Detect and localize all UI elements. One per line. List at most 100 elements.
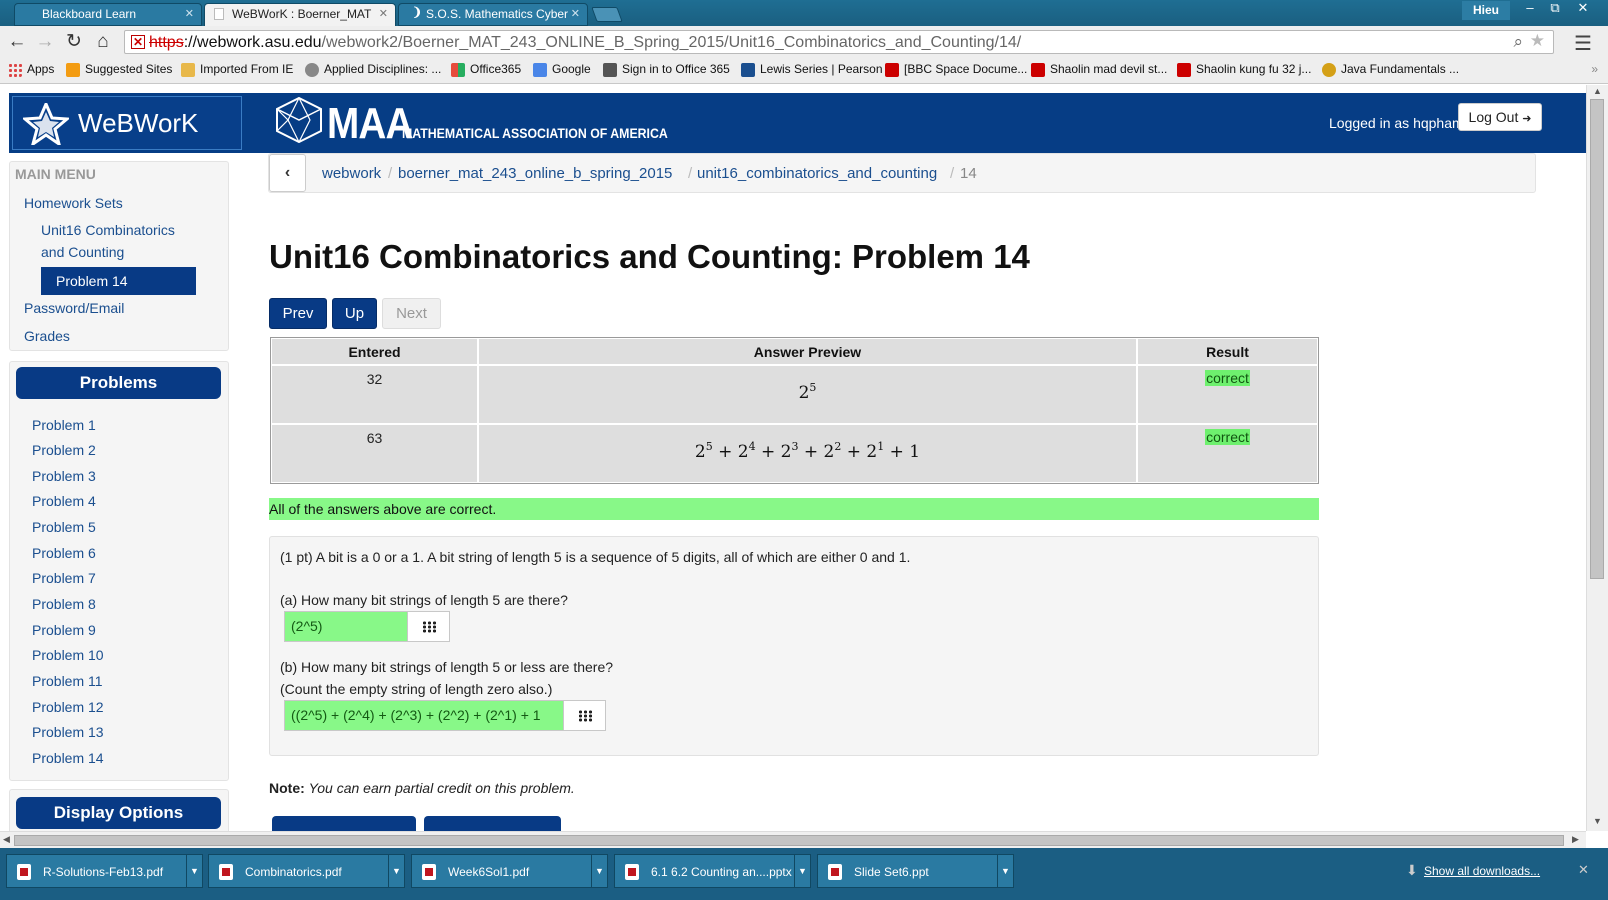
new-tab-button[interactable] xyxy=(591,7,623,22)
bookmark-lewis-series[interactable]: Lewis Series | Pearson xyxy=(741,62,883,77)
problem-link-2[interactable]: Problem 2 xyxy=(32,442,96,458)
display-options-header[interactable]: Display Options xyxy=(16,797,221,829)
browser-tab-blackboard[interactable]: Blackboard Learn ✕ xyxy=(14,3,202,26)
vertical-scrollbar[interactable]: ▲ ▼ xyxy=(1586,85,1608,831)
bookmark-java-fundamentals[interactable]: Java Fundamentals ... xyxy=(1322,62,1459,77)
prev-problem-button[interactable]: Prev xyxy=(269,298,327,329)
scroll-right-arrow-icon[interactable]: ▶ xyxy=(1572,834,1579,845)
webwork-logo[interactable]: WeBWorK xyxy=(12,96,242,150)
grid-icon xyxy=(421,621,436,633)
tab-close-icon[interactable]: ✕ xyxy=(571,7,580,20)
bookmark-shaolin-kung-fu[interactable]: Shaolin kung fu 32 j... xyxy=(1177,62,1311,77)
problem-link-1[interactable]: Problem 1 xyxy=(32,417,96,433)
answer-input-a[interactable]: (2^5) xyxy=(284,611,408,642)
pdf-file-icon xyxy=(17,864,31,880)
tab-close-icon[interactable]: ✕ xyxy=(379,7,388,20)
scroll-up-arrow-icon[interactable]: ▲ xyxy=(1593,86,1602,96)
scroll-down-arrow-icon[interactable]: ▼ xyxy=(1593,816,1602,826)
breadcrumb-course[interactable]: boerner_mat_243_online_b_spring_2015 xyxy=(398,165,672,182)
tab-close-icon[interactable]: ✕ xyxy=(185,7,194,20)
table-row-2-entered: 63 xyxy=(271,424,478,483)
back-arrow-icon[interactable]: ← xyxy=(5,30,29,54)
breadcrumb-set[interactable]: unit16_combinatorics_and_counting xyxy=(697,165,937,182)
problem-link-10[interactable]: Problem 10 xyxy=(32,647,104,663)
problem-link-7[interactable]: Problem 7 xyxy=(32,570,96,586)
download-item[interactable]: R-Solutions-Feb13.pdf ▼ xyxy=(6,854,203,888)
check-answers-button[interactable] xyxy=(424,816,561,831)
bookmark-star-icon[interactable]: ★ xyxy=(1530,31,1545,51)
menu-grades[interactable]: Grades xyxy=(24,328,70,344)
browser-profile-name[interactable]: Hieu xyxy=(1462,1,1510,20)
forward-arrow-icon[interactable]: → xyxy=(33,30,57,54)
answer-input-b[interactable]: ((2^5) + (2^4) + (2^3) + (2^2) + (2^1) +… xyxy=(284,700,564,731)
bookmarks-overflow-icon[interactable]: » xyxy=(1591,62,1598,76)
browser-tab-webwork[interactable]: WeBWorK : Boerner_MAT ✕ xyxy=(204,3,396,26)
download-item[interactable]: 6.1 6.2 Counting an....pptx ▼ xyxy=(614,854,811,888)
bookmark-applied-disciplines[interactable]: Applied Disciplines: ... xyxy=(305,62,441,77)
close-shelf-icon[interactable]: ✕ xyxy=(1578,862,1589,878)
reload-icon[interactable]: ↻ xyxy=(62,30,86,54)
problem-link-11[interactable]: Problem 11 xyxy=(32,673,103,689)
menu-current-problem[interactable]: Problem 14 xyxy=(41,267,196,295)
equation-editor-button-b[interactable] xyxy=(564,700,606,731)
problem-link-6[interactable]: Problem 6 xyxy=(32,545,96,561)
download-menu-caret-icon[interactable]: ▼ xyxy=(794,855,810,887)
menu-current-set-line1[interactable]: Unit16 Combinatorics xyxy=(41,222,175,238)
download-menu-caret-icon[interactable]: ▼ xyxy=(388,855,404,887)
logout-button[interactable]: Log Out ➜ xyxy=(1458,103,1542,131)
minimize-icon[interactable]: – xyxy=(1517,0,1543,19)
pptx-file-icon xyxy=(625,864,639,880)
problem-link-9[interactable]: Problem 9 xyxy=(32,622,96,638)
bookmark-bbc-space[interactable]: [BBC Space Docume... xyxy=(885,62,1027,77)
submit-answers-button[interactable] xyxy=(272,816,416,831)
globe-icon xyxy=(305,63,319,77)
up-button[interactable]: Up xyxy=(332,298,377,329)
bookmark-shaolin-mad-devil[interactable]: Shaolin mad devil st... xyxy=(1031,62,1167,77)
next-problem-button[interactable]: Next xyxy=(382,298,441,329)
download-menu-caret-icon[interactable]: ▼ xyxy=(997,855,1013,887)
bookmark-google[interactable]: Google xyxy=(533,62,591,77)
restore-icon[interactable]: ⧉ xyxy=(1542,0,1568,19)
problem-link-8[interactable]: Problem 8 xyxy=(32,596,96,612)
download-menu-caret-icon[interactable]: ▼ xyxy=(591,855,607,887)
breadcrumb-webwork[interactable]: webwork xyxy=(322,165,381,182)
close-window-icon[interactable]: ✕ xyxy=(1570,0,1596,19)
youtube-icon xyxy=(885,63,899,77)
bookmark-imported-from-ie[interactable]: Imported From IE xyxy=(181,62,293,77)
equation-editor-button-a[interactable] xyxy=(408,611,450,642)
chrome-menu-icon[interactable]: ☰ xyxy=(1574,31,1596,55)
bookmark-sign-in-office365[interactable]: Sign in to Office 365 xyxy=(603,62,730,77)
browser-tab-strip: Blackboard Learn ✕ WeBWorK : Boerner_MAT… xyxy=(0,0,1608,26)
bookmark-suggested-sites[interactable]: Suggested Sites xyxy=(66,62,172,77)
problem-link-3[interactable]: Problem 3 xyxy=(32,468,96,484)
scroll-left-arrow-icon[interactable]: ◀ xyxy=(3,834,10,845)
bookmark-apps[interactable]: Apps xyxy=(8,62,54,77)
youtube-icon xyxy=(1031,63,1045,77)
grid-icon xyxy=(577,710,592,722)
ssl-warning-icon[interactable]: ✕ xyxy=(131,35,145,49)
download-item[interactable]: Slide Set6.ppt ▼ xyxy=(817,854,1014,888)
address-bar[interactable]: ✕ https://webwork.asu.edu/webwork2/Boern… xyxy=(124,30,1554,54)
menu-homework-sets[interactable]: Homework Sets xyxy=(24,195,123,211)
menu-password-email[interactable]: Password/Email xyxy=(24,300,124,316)
download-menu-caret-icon[interactable]: ▼ xyxy=(186,855,202,887)
home-icon[interactable]: ⌂ xyxy=(91,30,115,54)
vertical-scroll-thumb[interactable] xyxy=(1590,99,1604,579)
problem-link-5[interactable]: Problem 5 xyxy=(32,519,96,535)
breadcrumb-back-chevron-icon[interactable]: ‹ xyxy=(269,154,306,192)
download-item[interactable]: Week6Sol1.pdf ▼ xyxy=(411,854,608,888)
url-text: https://webwork.asu.edu/webwork2/Boerner… xyxy=(149,34,1022,51)
problem-link-12[interactable]: Problem 12 xyxy=(32,699,104,715)
download-item[interactable]: Combinatorics.pdf ▼ xyxy=(208,854,405,888)
horizontal-scrollbar[interactable]: ◀ ▶ xyxy=(0,831,1586,848)
problem-link-4[interactable]: Problem 4 xyxy=(32,493,96,509)
problem-link-14[interactable]: Problem 14 xyxy=(32,750,104,766)
zoom-icon[interactable]: ⌕ xyxy=(1513,32,1523,52)
horizontal-scroll-thumb[interactable] xyxy=(14,835,1564,846)
problem-link-13[interactable]: Problem 13 xyxy=(32,724,104,740)
browser-tab-sos-math[interactable]: ❩ S.O.S. Mathematics Cyber ✕ xyxy=(398,3,588,26)
show-all-downloads-link[interactable]: Show all downloads... xyxy=(1424,864,1540,878)
maa-logo[interactable]: MAA MATHEMATICAL ASSOCIATION OF AMERICA xyxy=(274,95,668,151)
menu-current-set-line2[interactable]: and Counting xyxy=(41,244,124,260)
bookmark-office365[interactable]: Office365 xyxy=(451,62,521,77)
